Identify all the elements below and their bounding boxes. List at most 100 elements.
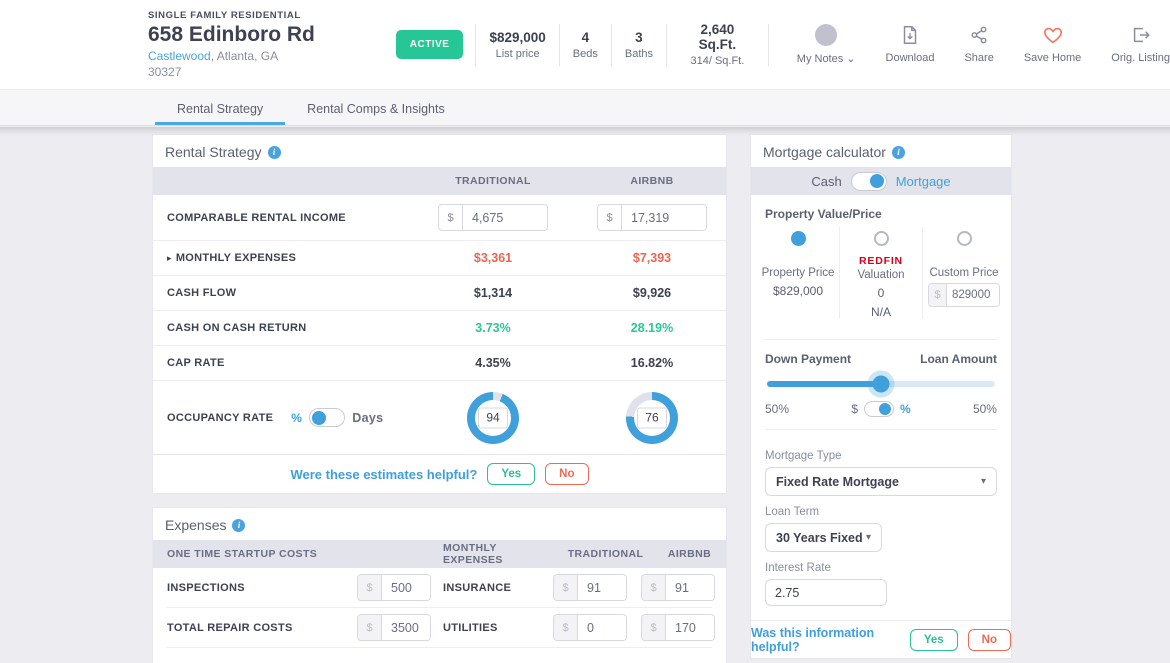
currency-symbol: $ (358, 615, 382, 640)
currency-symbol: $ (929, 284, 947, 306)
feedback-yes-button[interactable]: Yes (487, 463, 535, 485)
tab-rental-strategy[interactable]: Rental Strategy (155, 92, 285, 125)
redfin-na: N/A (840, 305, 922, 319)
toggle-knob (879, 403, 891, 415)
monthly-label: UTILITIES (443, 622, 539, 634)
expense-row-2: TOTAL REPAIR COSTS $ UTILITIES $ $ (153, 608, 726, 647)
currency-symbol: $ (598, 205, 622, 230)
neighborhood-link[interactable]: Castlewood (148, 49, 211, 63)
occupancy-donut-traditional: 94 (467, 392, 519, 444)
traditional-cap-rate: 4.35% (408, 356, 578, 370)
info-icon[interactable]: i (892, 146, 905, 159)
expand-icon[interactable]: ▸ (167, 253, 172, 263)
dollar-option-label[interactable]: $ (851, 402, 858, 416)
stat-sqft: 2,640 Sq.Ft. 314/ Sq.Ft. (667, 22, 768, 67)
info-icon[interactable]: i (268, 146, 281, 159)
redfin-logo: REDFIN (840, 255, 922, 267)
monthly-expenses-header: MONTHLY EXPENSES (443, 542, 558, 566)
loan-term-dropdown[interactable]: 30 Years Fixed ▾ (765, 523, 882, 552)
occupancy-airbnb-value[interactable]: 76 (637, 407, 667, 428)
expense-row-1: INSPECTIONS $ INSURANCE $ $ (153, 568, 726, 607)
tab-bar: Rental Strategy Rental Comps & Insights (0, 90, 1170, 126)
property-value-label: Property Value/Price (751, 195, 1011, 225)
currency-symbol: $ (642, 575, 666, 600)
radio-icon[interactable] (874, 231, 889, 246)
cash-mortgage-bar: Cash Mortgage (751, 167, 1011, 195)
table-row-rental-income: COMPARABLE RENTAL INCOME $ $ (153, 195, 726, 241)
mortgage-type-dropdown[interactable]: Fixed Rate Mortgage ▾ (765, 467, 997, 496)
loan-term-label: Loan Term (751, 496, 1011, 523)
table-row-monthly-expenses[interactable]: ▸MONTHLY EXPENSES $3,361 $7,393 (153, 241, 726, 276)
cash-mortgage-toggle[interactable] (851, 172, 887, 191)
property-type: SINGLE FAMILY RESIDENTIAL (148, 10, 388, 21)
currency-symbol: $ (554, 615, 578, 640)
startup-costs-header: ONE TIME STARTUP COSTS (153, 548, 443, 560)
cash-option-label[interactable]: Cash (811, 174, 841, 189)
days-option-label[interactable]: Days (352, 411, 383, 425)
column-traditional: TRADITIONAL (408, 175, 578, 187)
dollar-percent-toggle[interactable] (864, 401, 894, 417)
airbnb-cap-rate: 16.82% (578, 356, 726, 370)
divider (765, 429, 997, 430)
rental-strategy-card: Rental Strategy i TRADITIONAL AIRBNB COM… (152, 134, 727, 494)
expenses-table-header: ONE TIME STARTUP COSTS MONTHLY EXPENSES … (153, 540, 726, 568)
original-listing-button[interactable]: Orig. Listing (1111, 24, 1170, 64)
option-redfin-valuation[interactable]: REDFIN Valuation 0 N/A (839, 227, 922, 319)
save-home-button[interactable]: Save Home (1024, 24, 1081, 64)
tab-rental-comps[interactable]: Rental Comps & Insights (285, 92, 467, 125)
occupancy-unit-toggle[interactable] (309, 408, 345, 427)
repair-costs-input[interactable] (382, 615, 430, 640)
utilities-traditional-input[interactable] (578, 615, 626, 640)
feedback-yes-button[interactable]: Yes (910, 629, 958, 651)
option-property-price[interactable]: Property Price $829,000 (757, 227, 839, 319)
notes-circle-icon (815, 24, 837, 46)
airbnb-coc-return: 28.19% (578, 321, 726, 335)
stat-list-price: $829,000 List price (476, 30, 558, 60)
insurance-traditional-input[interactable] (578, 575, 626, 600)
loan-amount-label: Loan Amount (920, 352, 997, 366)
currency-symbol: $ (439, 205, 463, 230)
radio-selected-icon[interactable] (791, 231, 806, 246)
occupancy-traditional-value[interactable]: 94 (478, 407, 508, 428)
table-row-cash-on-cash: CASH ON CASH RETURN 3.73% 28.19% (153, 311, 726, 346)
feedback-no-button[interactable]: No (968, 629, 1011, 651)
down-payment-slider-knob[interactable] (873, 376, 890, 393)
divider (167, 647, 712, 648)
percent-option-label[interactable]: % (291, 411, 302, 425)
share-button[interactable]: Share (964, 24, 993, 64)
expenses-card: Expenses i ONE TIME STARTUP COSTS MONTHL… (152, 507, 727, 663)
info-feedback: Was this information helpful? Yes No (751, 620, 1011, 658)
custom-price-input[interactable] (947, 284, 999, 306)
down-payment-slider-fill (767, 381, 881, 387)
radio-icon[interactable] (957, 231, 972, 246)
down-payment-slider[interactable] (767, 381, 995, 387)
down-payment-label: Down Payment (765, 352, 851, 366)
occupancy-donut-airbnb: 76 (626, 392, 678, 444)
monthly-label: INSURANCE (443, 582, 539, 594)
utilities-airbnb-input[interactable] (666, 615, 714, 640)
startup-label: INSPECTIONS (167, 582, 357, 594)
traditional-income-input[interactable] (463, 205, 547, 230)
interest-rate-input[interactable] (765, 579, 887, 606)
currency-symbol: $ (554, 575, 578, 600)
table-row-cash-flow: CASH FLOW $1,314 $9,926 (153, 276, 726, 311)
percent-option-label[interactable]: % (900, 402, 911, 416)
airbnb-income-input[interactable] (622, 205, 706, 230)
mortgage-option-label[interactable]: Mortgage (896, 174, 951, 189)
insurance-airbnb-input[interactable] (666, 575, 714, 600)
price-options: Property Price $829,000 REDFIN Valuation… (751, 225, 1011, 329)
download-button[interactable]: Download (886, 24, 935, 64)
inspections-input[interactable] (382, 575, 430, 600)
redfin-value: 0 (840, 286, 922, 300)
info-icon[interactable]: i (232, 519, 245, 532)
my-notes-button[interactable]: My Notes ⌄ (797, 24, 856, 65)
interest-rate-label: Interest Rate (751, 552, 1011, 579)
divider (768, 24, 769, 66)
stat-beds: 4 Beds (560, 30, 611, 60)
divider (765, 339, 997, 340)
property-address: 658 Edinboro Rd (148, 23, 388, 47)
toggle-knob (870, 174, 884, 188)
feedback-no-button[interactable]: No (545, 463, 588, 485)
option-custom-price[interactable]: Custom Price $ (922, 227, 1005, 319)
section-title: Expenses (165, 517, 226, 533)
